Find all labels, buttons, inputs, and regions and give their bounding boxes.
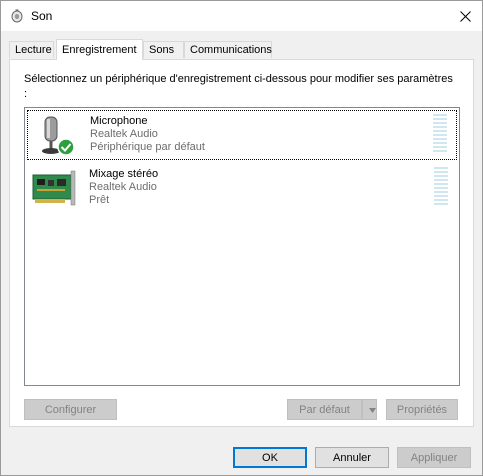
device-list[interactable]: Microphone Realtek Audio Périphérique pa… <box>24 107 460 386</box>
set-default-dropdown[interactable] <box>362 399 377 420</box>
window-title: Son <box>31 9 53 23</box>
tab-communications[interactable]: Communications <box>184 41 272 58</box>
device-status: Prêt <box>89 194 110 206</box>
close-button[interactable] <box>452 3 478 29</box>
device-status: Périphérique par défaut <box>90 141 205 153</box>
default-check-icon <box>57 138 75 156</box>
device-item-microphone[interactable]: Microphone Realtek Audio Périphérique pa… <box>27 110 457 160</box>
microphone-icon <box>42 116 75 156</box>
recording-panel: Sélectionnez un périphérique d'enregistr… <box>9 59 474 427</box>
device-name: Mixage stéréo <box>89 168 159 180</box>
sound-card-icon <box>32 170 76 206</box>
chevron-down-icon <box>369 407 376 413</box>
tab-sons[interactable]: Sons <box>143 41 184 58</box>
level-meter <box>434 167 448 209</box>
device-driver: Realtek Audio <box>90 128 158 140</box>
device-driver: Realtek Audio <box>89 181 157 193</box>
device-item-stereo-mix[interactable]: Mixage stéréo Realtek Audio Prêt <box>27 164 457 214</box>
set-default-split-button[interactable]: Par défaut <box>287 399 377 420</box>
speaker-icon <box>11 9 23 23</box>
apply-button[interactable]: Appliquer <box>397 447 471 468</box>
instruction-text: Sélectionnez un périphérique d'enregistr… <box>24 73 453 100</box>
device-name: Microphone <box>90 115 148 127</box>
sound-dialog: Son Lecture Enregistrement Sons Communic… <box>0 0 483 476</box>
close-icon <box>459 10 471 22</box>
configure-button[interactable]: Configurer <box>24 399 117 420</box>
title-bar: Son <box>1 1 482 31</box>
ok-button[interactable]: OK <box>233 447 307 468</box>
tab-lecture[interactable]: Lecture <box>9 41 54 58</box>
properties-button[interactable]: Propriétés <box>386 399 458 420</box>
cancel-button[interactable]: Annuler <box>315 447 389 468</box>
level-meter <box>433 114 447 156</box>
set-default-button[interactable]: Par défaut <box>287 399 362 420</box>
tab-enregistrement[interactable]: Enregistrement <box>56 39 143 60</box>
